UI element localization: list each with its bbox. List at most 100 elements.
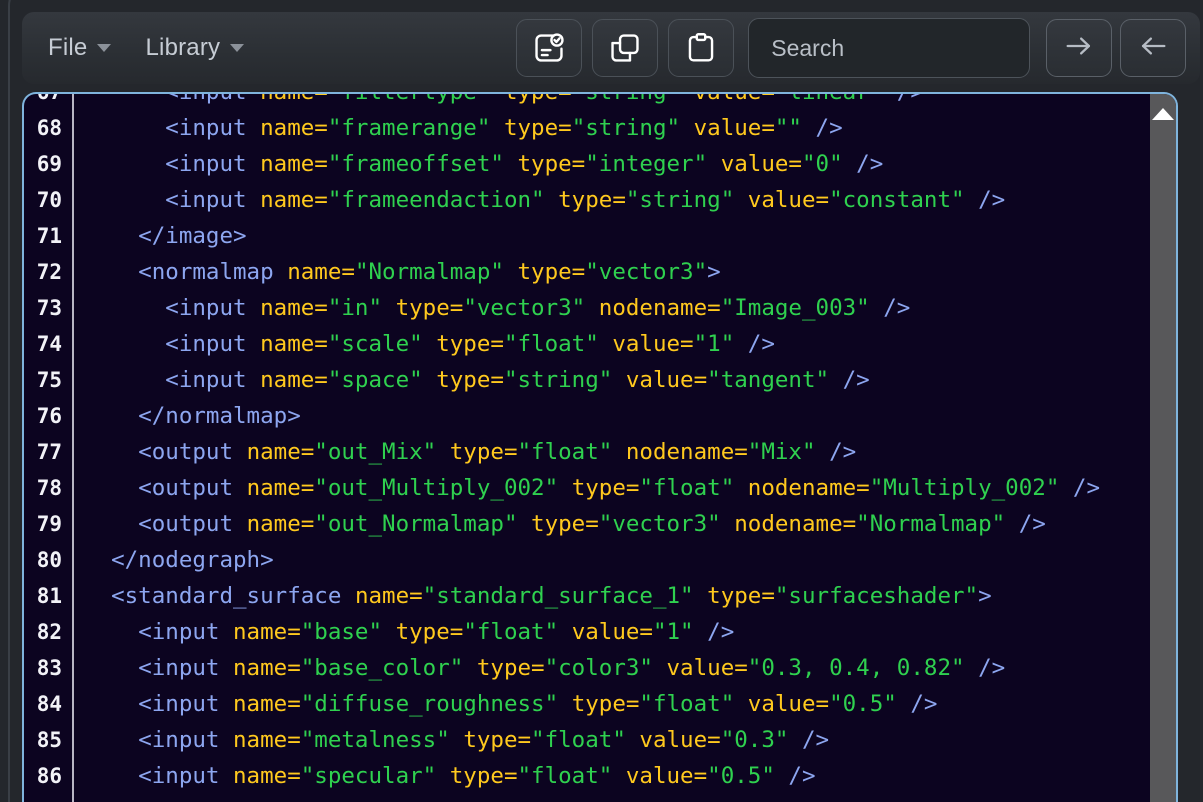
code-token: /> [964,655,1006,681]
line-content[interactable]: <input name="frameoffset" type="integer"… [72,146,883,182]
code-token: "Normalmap" [856,511,1006,537]
code-token: "scale" [327,331,423,357]
code-token: "float" [517,763,613,789]
code-line[interactable]: 78 <output name="out_Multiply_002" type=… [24,470,1152,506]
code-token: type= [517,259,586,285]
line-number: 75 [36,368,62,392]
line-content[interactable]: <input name="space" type="string" value=… [72,362,869,398]
code-lines[interactable]: 67 <input name="filtertype" type="string… [24,94,1152,794]
line-number: 84 [36,692,62,716]
line-content[interactable]: <output name="out_Multiply_002" type="fl… [72,470,1100,506]
code-token: /> [842,151,884,177]
clipboard-icon [684,31,718,65]
line-content[interactable]: <input name="scale" type="float" value="… [72,326,775,362]
code-line[interactable]: 73 <input name="in" type="vector3" noden… [24,290,1152,326]
code-line[interactable]: 74 <input name="scale" type="float" valu… [24,326,1152,362]
code-token: name= [260,115,328,141]
code-token: /> [815,439,857,465]
code-line[interactable]: 68 <input name="framerange" type="string… [24,110,1152,146]
code-line[interactable]: 75 <input name="space" type="string" val… [24,362,1152,398]
code-token: "1" [652,619,694,645]
code-line[interactable]: 69 <input name="frameoffset" type="integ… [24,146,1152,182]
search-input[interactable] [771,34,1007,62]
code-token: <output [138,475,247,501]
line-content[interactable]: <output name="out_Normalmap" type="vecto… [72,506,1046,542]
code-line[interactable]: 81 <standard_surface name="standard_surf… [24,578,1152,614]
code-token: "standard_surface_1" [422,583,694,609]
line-content[interactable]: <input name="metalness" type="float" val… [72,722,829,758]
code-token: "space" [327,367,423,393]
line-content[interactable]: <input name="framerange" type="string" v… [72,110,842,146]
line-number: 76 [36,404,62,428]
code-token: value= [666,655,748,681]
scroll-up-arrow-icon[interactable] [1152,108,1174,120]
code-line[interactable]: 85 <input name="metalness" type="float" … [24,722,1152,758]
code-token: <input [165,115,261,141]
vertical-scrollbar[interactable] [1150,94,1176,802]
code-token: "string" [572,94,680,105]
code-line[interactable]: 79 <output name="out_Normalmap" type="ve… [24,506,1152,542]
line-content[interactable]: <input name="base" type="float" value="1… [72,614,734,650]
code-token: "framerange" [327,115,491,141]
code-line[interactable]: 84 <input name="diffuse_roughness" type=… [24,686,1152,722]
code-token: "base" [300,619,383,645]
code-viewport[interactable]: 67 <input name="filtertype" type="string… [24,94,1152,802]
arrow-left-icon [1136,29,1170,68]
code-token: value= [639,727,721,753]
line-content[interactable]: </normalmap> [72,398,301,434]
code-token: "base_color" [300,655,464,681]
line-content[interactable]: <input name="specular" type="float" valu… [72,758,815,794]
line-number: 67 [24,94,72,110]
line-number: 69 [36,152,62,176]
code-line[interactable]: 83 <input name="base_color" type="color3… [24,650,1152,686]
search-previous-button[interactable] [1120,19,1186,77]
search-next-button[interactable] [1046,19,1112,77]
code-line[interactable]: 77 <output name="out_Mix" type="float" n… [24,434,1152,470]
line-content[interactable]: <normalmap name="Normalmap" type="vector… [72,254,721,290]
line-content[interactable]: <input name="base_color" type="color3" v… [72,650,1005,686]
validate-document-button[interactable] [516,19,583,77]
code-token: name= [246,475,315,501]
code-token: <input [138,619,234,645]
code-token: name= [260,295,328,321]
copy-button[interactable] [592,19,659,77]
code-token: type= [517,151,586,177]
line-content[interactable]: </nodegraph> [72,542,274,578]
code-token: name= [233,691,301,717]
code-line[interactable]: 82 <input name="base" type="float" value… [24,614,1152,650]
code-token: type= [449,439,518,465]
menu-file[interactable]: File [36,28,123,68]
line-content[interactable]: <input name="diffuse_roughness" type="fl… [72,686,937,722]
code-line[interactable]: 86 <input name="specular" type="float" v… [24,758,1152,794]
line-content[interactable]: <input name="in" type="vector3" nodename… [72,290,910,326]
code-token: "float" [639,691,735,717]
code-token: "in" [327,295,383,321]
code-token: <input [138,655,234,681]
code-line[interactable]: 76 </normalmap> [24,398,1152,434]
code-line[interactable]: 70 <input name="frameendaction" type="st… [24,182,1152,218]
search-field[interactable] [748,18,1030,78]
code-line[interactable]: 67 <input name="filtertype" type="string… [24,94,1152,110]
line-content[interactable]: <standard_surface name="standard_surface… [72,578,992,614]
line-content[interactable]: <input name="filtertype" type="string" v… [72,94,924,110]
code-token: value= [571,619,653,645]
paste-button[interactable] [668,19,735,77]
code-token: <input [138,691,234,717]
code-line[interactable]: 72 <normalmap name="Normalmap" type="vec… [24,254,1152,290]
code-token: name= [354,583,423,609]
line-content[interactable]: <output name="out_Mix" type="float" node… [72,434,856,470]
line-content[interactable]: </image> [72,218,246,254]
code-editor[interactable]: 67 <input name="filtertype" type="string… [22,92,1178,802]
copy-icon [608,31,642,65]
menu-library[interactable]: Library [133,28,256,68]
code-line[interactable]: 71 </image> [24,218,1152,254]
line-content[interactable]: <input name="frameendaction" type="strin… [72,182,1005,218]
code-line[interactable]: 80 </nodegraph> [24,542,1152,578]
